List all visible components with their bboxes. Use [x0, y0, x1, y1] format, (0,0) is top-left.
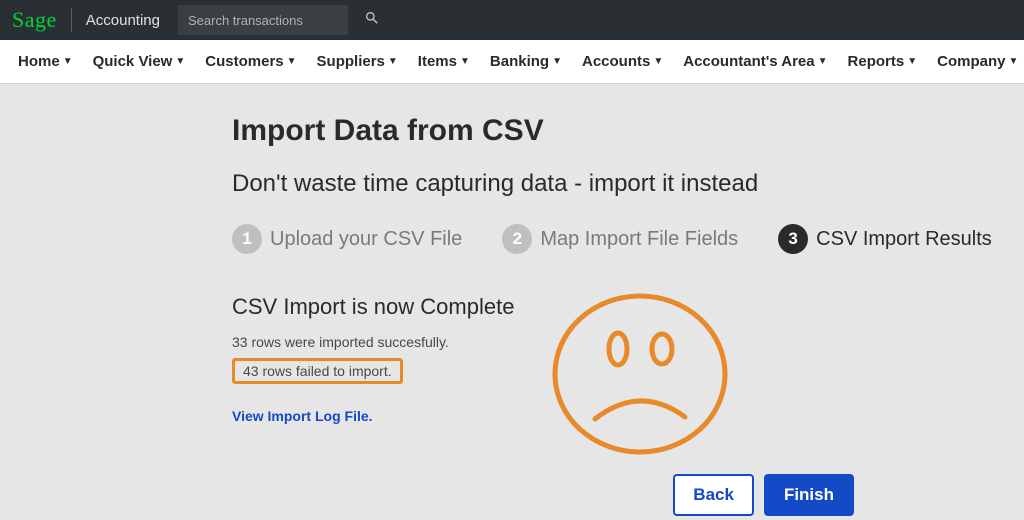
step-number: 1	[232, 224, 262, 254]
menu-label: Accounts	[582, 53, 650, 70]
step-number: 2	[502, 224, 532, 254]
caret-icon: ▼	[287, 56, 297, 67]
step-label: Upload your CSV File	[270, 228, 462, 251]
wizard-buttons: Back Finish	[673, 474, 854, 516]
menu-label: Customers	[205, 53, 283, 70]
menu-home[interactable]: Home▼	[8, 53, 83, 70]
caret-icon: ▼	[1008, 56, 1018, 67]
search-icon[interactable]	[364, 10, 380, 31]
menu-label: Home	[18, 53, 60, 70]
menu-quick-view[interactable]: Quick View▼	[83, 53, 196, 70]
step-label: CSV Import Results	[816, 228, 992, 251]
menu-suppliers[interactable]: Suppliers▼	[307, 53, 408, 70]
menu-banking[interactable]: Banking▼	[480, 53, 572, 70]
menu-company[interactable]: Company▼	[927, 53, 1024, 70]
brand-divider	[71, 8, 72, 32]
back-button[interactable]: Back	[673, 474, 754, 516]
step-3: 3 CSV Import Results	[778, 224, 992, 254]
page-title: Import Data from CSV	[232, 114, 992, 148]
caret-icon: ▼	[63, 56, 73, 67]
finish-button[interactable]: Finish	[764, 474, 854, 516]
search-input[interactable]	[188, 13, 364, 28]
import-fail-line: 43 rows failed to import.	[243, 363, 392, 379]
menu-label: Suppliers	[317, 53, 385, 70]
menu-label: Company	[937, 53, 1005, 70]
topbar: Sage Accounting	[0, 0, 1024, 40]
menu-customers[interactable]: Customers ▼	[195, 53, 306, 70]
topbar-section: Accounting	[86, 12, 160, 29]
menubar: Home▼ Quick View▼ Customers▼ Suppliers▼ …	[0, 40, 1024, 84]
menu-label: Reports	[848, 53, 905, 70]
caret-icon: ▼	[653, 56, 663, 67]
caret-icon: ▼	[907, 56, 917, 67]
wizard-steps: 1 Upload your CSV File 2 Map Import File…	[232, 224, 992, 254]
menu-reports[interactable]: Reports▼	[838, 53, 928, 70]
menu-label: Banking	[490, 53, 549, 70]
step-2: 2 Map Import File Fields	[502, 224, 738, 254]
menu-items[interactable]: Items▼	[408, 53, 480, 70]
step-number: 3	[778, 224, 808, 254]
menu-label: Items	[418, 53, 457, 70]
menu-label: Quick View	[93, 53, 173, 70]
menu-label: Accountant's Area	[683, 53, 814, 70]
caret-icon: ▼	[818, 56, 828, 67]
view-log-link[interactable]: View Import Log File.	[232, 408, 373, 424]
import-success-line: 33 rows were imported succesfully.	[232, 334, 992, 350]
annotation-highlight: 43 rows failed to import.	[232, 358, 403, 384]
caret-icon: ▼	[460, 56, 470, 67]
complete-heading: CSV Import is now Complete	[232, 294, 992, 320]
caret-icon: ▼	[388, 56, 398, 67]
brand-logo: Sage	[12, 7, 57, 33]
caret-icon: ▼	[552, 56, 562, 67]
caret-icon: ▼	[175, 56, 185, 67]
step-1: 1 Upload your CSV File	[232, 224, 462, 254]
menu-accounts[interactable]: Accounts▼	[572, 53, 673, 70]
step-label: Map Import File Fields	[540, 228, 738, 251]
content-area: Import Data from CSV Don't waste time ca…	[0, 84, 1024, 426]
search-wrapper[interactable]	[178, 5, 348, 35]
menu-accountants-area[interactable]: Accountant's Area ▼	[673, 53, 837, 70]
page-subtitle: Don't waste time capturing data - import…	[232, 170, 992, 198]
